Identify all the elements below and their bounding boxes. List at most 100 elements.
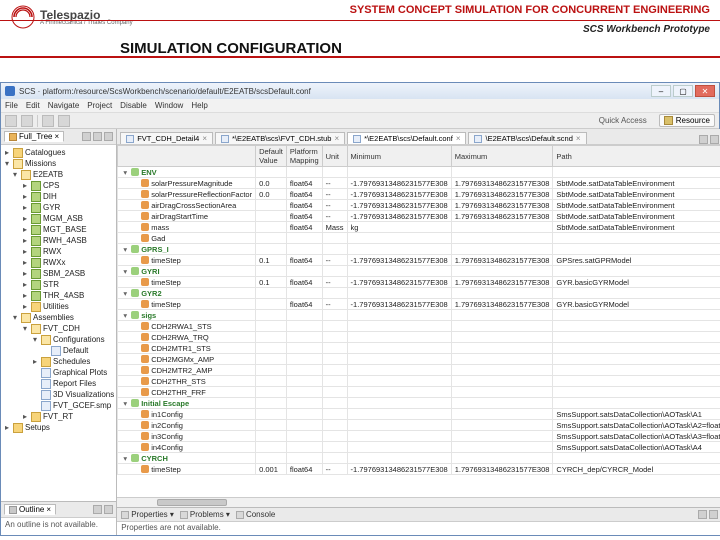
cell-path[interactable]: GYR.basicGYRModel [553, 277, 720, 288]
cell-min[interactable] [347, 321, 451, 332]
cell-unit[interactable]: -- [322, 189, 347, 200]
close-icon[interactable]: × [46, 505, 51, 514]
close-icon[interactable]: × [456, 134, 461, 143]
cell-mapping[interactable] [286, 288, 322, 299]
twisty-icon[interactable]: ▾ [11, 314, 19, 322]
tree-item[interactable]: ▾ Configurations [1, 334, 116, 345]
cell-path[interactable]: SmsSupport.satsDataCollection\AOTask\A3=… [553, 431, 720, 442]
cell-default[interactable] [256, 420, 287, 431]
cell-min[interactable]: -1.79769313486231577E308 [347, 211, 451, 222]
cell-mapping[interactable] [286, 167, 322, 178]
cell-default[interactable] [256, 222, 287, 233]
cell-path[interactable] [553, 354, 720, 365]
cell-path[interactable]: GPSres.satGPRModel [553, 255, 720, 266]
cell-mapping[interactable] [286, 233, 322, 244]
cell-path[interactable]: SbtMode.satDataTableEnvironment [553, 189, 720, 200]
cell-unit[interactable] [322, 387, 347, 398]
menu-disable[interactable]: Disable [120, 101, 147, 110]
cell-min[interactable] [347, 387, 451, 398]
cell-min[interactable]: -1.79769313486231577E308 [347, 189, 451, 200]
cell-default[interactable] [256, 387, 287, 398]
cell-min[interactable]: -1.79769313486231577E308 [347, 464, 451, 475]
cell-default[interactable] [256, 266, 287, 277]
cell-default[interactable]: 0.0 [256, 189, 287, 200]
cell-mapping[interactable]: float64 [286, 299, 322, 310]
cell-path[interactable]: SbtMode.satDataTableEnvironment [553, 211, 720, 222]
twisty-icon[interactable]: ▾ [31, 336, 39, 344]
cell-min[interactable] [347, 354, 451, 365]
twisty-icon[interactable]: ▸ [21, 237, 29, 245]
editor-tab[interactable]: \E2EATB\scs\Default.scnd × [468, 132, 586, 144]
table-row[interactable]: CDH2MTR2_AMP [118, 365, 720, 376]
twisty-icon[interactable]: ▸ [21, 270, 29, 278]
view-menu-icon[interactable] [699, 135, 708, 144]
cell-unit[interactable] [322, 354, 347, 365]
cell-min[interactable]: -1.79769313486231577E308 [347, 255, 451, 266]
cell-path[interactable] [553, 376, 720, 387]
table-row[interactable]: timeStep float64 -- -1.79769313486231577… [118, 299, 720, 310]
tree-item[interactable]: ▸ RWX [1, 246, 116, 257]
twisty-icon[interactable]: ▸ [21, 182, 29, 190]
cell-min[interactable] [347, 233, 451, 244]
cell-unit[interactable]: -- [322, 255, 347, 266]
cell-unit[interactable] [322, 332, 347, 343]
twisty-icon[interactable]: ▸ [21, 193, 29, 201]
cell-path[interactable] [553, 365, 720, 376]
cell-default[interactable] [256, 442, 287, 453]
cell-mapping[interactable] [286, 332, 322, 343]
cell-min[interactable]: -1.79769313486231577E308 [347, 178, 451, 189]
cell-max[interactable]: 1.79769313486231577E308 [451, 299, 553, 310]
cell-unit[interactable] [322, 431, 347, 442]
cell-path[interactable] [553, 266, 720, 277]
twisty-icon[interactable]: ▾ [121, 267, 129, 276]
column-header[interactable]: Path [553, 146, 720, 167]
tab-outline[interactable]: Outline × [4, 504, 56, 515]
cell-min[interactable] [347, 266, 451, 277]
cell-min[interactable] [347, 431, 451, 442]
minimize-icon[interactable] [93, 132, 102, 141]
cell-unit[interactable] [322, 244, 347, 255]
cell-mapping[interactable] [286, 321, 322, 332]
cell-path[interactable] [553, 332, 720, 343]
cell-mapping[interactable] [286, 310, 322, 321]
table-row[interactable]: mass float64 Mass kg SbtMode.satDataTabl… [118, 222, 720, 233]
cell-default[interactable] [256, 354, 287, 365]
tree-item[interactable]: Report Files [1, 378, 116, 389]
table-row[interactable]: in2Config SmsSupport.satsDataCollection\… [118, 420, 720, 431]
cell-max[interactable] [451, 398, 553, 409]
table-row[interactable]: in4Config SmsSupport.satsDataCollection\… [118, 442, 720, 453]
editor-tab[interactable]: FVT_CDH_Detail4 × [120, 132, 213, 144]
cell-path[interactable] [553, 233, 720, 244]
table-row[interactable]: ▾ GYRI [118, 266, 720, 277]
bottom-tab-console[interactable]: Console [236, 510, 275, 519]
cell-max[interactable] [451, 244, 553, 255]
cell-max[interactable] [451, 442, 553, 453]
maximize-icon[interactable] [104, 505, 113, 514]
cell-unit[interactable] [322, 398, 347, 409]
twisty-icon[interactable]: ▾ [121, 168, 129, 177]
column-header[interactable]: Minimum [347, 146, 451, 167]
tree-item[interactable]: ▸ RWH_4ASB [1, 235, 116, 246]
cell-max[interactable] [451, 343, 553, 354]
cell-min[interactable] [347, 442, 451, 453]
cell-mapping[interactable] [286, 398, 322, 409]
window-minimize-button[interactable]: – [651, 85, 671, 97]
twisty-icon[interactable]: ▸ [31, 358, 39, 366]
cell-default[interactable] [256, 167, 287, 178]
cell-mapping[interactable]: float64 [286, 211, 322, 222]
bottom-tab-properties[interactable]: Properties ▾ [121, 510, 174, 519]
cell-mapping[interactable]: float64 [286, 222, 322, 233]
table-row[interactable]: ▾ GPRS_I [118, 244, 720, 255]
menu-file[interactable]: File [5, 101, 18, 110]
cell-max[interactable] [451, 387, 553, 398]
cell-path[interactable] [553, 343, 720, 354]
table-row[interactable]: solarPressureReflectionFactor 0.0 float6… [118, 189, 720, 200]
twisty-icon[interactable]: ▸ [21, 303, 29, 311]
table-row[interactable]: CDH2RWA_TRQ [118, 332, 720, 343]
twisty-icon[interactable]: ▸ [21, 248, 29, 256]
twisty-icon[interactable]: ▸ [21, 259, 29, 267]
tree-item[interactable]: ▸ GYR [1, 202, 116, 213]
table-row[interactable]: ▾ GYR2 [118, 288, 720, 299]
close-icon[interactable]: × [55, 132, 60, 141]
cell-default[interactable] [256, 299, 287, 310]
